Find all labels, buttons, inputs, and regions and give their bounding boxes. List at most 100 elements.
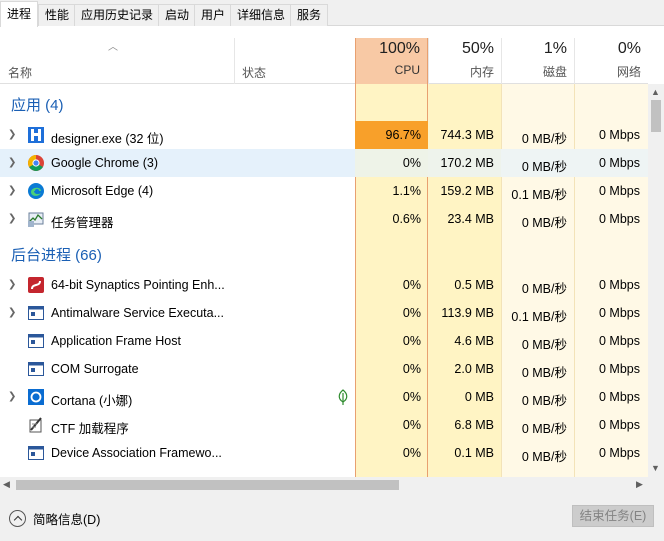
disk-value: 0 MB/秒 <box>521 160 567 174</box>
tab-app-history[interactable]: 应用历史记录 <box>74 4 161 26</box>
header-cpu[interactable]: 100% CPU <box>355 38 428 84</box>
table-row[interactable]: ❯ 64-bit Synaptics Pointing Enh... 0% 0.… <box>0 271 648 299</box>
cpu-value: 0% <box>402 418 421 432</box>
chevron-right-icon[interactable]: ❯ <box>8 185 16 196</box>
table-row[interactable]: ❯ Antimalware Service Executa... 0% 113.… <box>0 299 648 327</box>
group-header-apps[interactable]: 应用 (4) <box>0 91 648 119</box>
cortana-icon <box>28 389 44 405</box>
cpu-value: 0% <box>402 278 421 292</box>
memory-value: 170.2 MB <box>440 156 494 170</box>
chevron-up-circle-icon <box>9 509 26 527</box>
chevron-right-icon[interactable]: ❯ <box>8 391 16 402</box>
header-status[interactable]: 状态 <box>234 38 356 84</box>
vertical-scroll-thumb[interactable] <box>651 100 661 132</box>
network-value: 0 Mbps <box>599 156 640 170</box>
cpu-value: 0% <box>402 306 421 320</box>
network-value: 0 Mbps <box>599 334 640 348</box>
table-row[interactable]: ❯ Microsoft Edge (4) 1.1% 159.2 MB 0.1 M… <box>0 177 648 205</box>
sort-up-icon: ︿ <box>108 42 118 53</box>
process-name: Microsoft Edge (4) <box>51 184 154 198</box>
tab-startup[interactable]: 启动 <box>158 4 197 26</box>
tab-processes[interactable]: 进程 <box>0 1 39 27</box>
efficiency-leaf-icon <box>338 389 348 405</box>
cpu-value: 0% <box>402 362 421 376</box>
scroll-up-icon[interactable]: ▲ <box>651 87 660 97</box>
cpu-value: 0% <box>402 390 421 404</box>
edge-icon <box>28 183 44 199</box>
tab-services[interactable]: 服务 <box>290 4 329 26</box>
process-name: Application Frame Host <box>51 334 181 348</box>
group-header-background[interactable]: 后台进程 (66) <box>0 241 648 269</box>
cpu-percent: 100% <box>379 40 420 57</box>
table-row[interactable]: ❯ 任务管理器 0.6% 23.4 MB 0 MB/秒 0 Mbps <box>0 205 648 233</box>
memory-value: 0.5 MB <box>454 278 494 292</box>
header-status-label: 状态 <box>242 66 267 80</box>
network-label: 网络 <box>616 65 641 79</box>
memory-percent: 50% <box>461 40 494 57</box>
header-name[interactable]: 名称 <box>8 64 32 81</box>
network-value: 0 Mbps <box>599 212 640 226</box>
group-title: 后台进程 (66) <box>11 247 102 264</box>
process-name: COM Surrogate <box>51 362 139 376</box>
disk-value: 0 MB/秒 <box>521 366 567 380</box>
memory-value: 6.8 MB <box>454 418 494 432</box>
disk-percent: 1% <box>543 40 567 57</box>
fewer-details-button[interactable]: 简略信息(D) <box>9 508 100 528</box>
table-row[interactable]: COM Surrogate 0% 2.0 MB 0 MB/秒 0 Mbps <box>0 355 648 383</box>
table-row[interactable]: ❯ Google Chrome (3) 0% 170.2 MB 0 MB/秒 0… <box>0 149 648 177</box>
chevron-right-icon[interactable]: ❯ <box>8 307 16 318</box>
chevron-right-icon[interactable]: ❯ <box>8 279 16 290</box>
table-row[interactable]: ❯ designer.exe (32 位) 96.7% 744.3 MB 0 M… <box>0 121 648 149</box>
task-manager-icon <box>28 212 44 227</box>
table-row[interactable]: ❯ Cortana (小娜) 0% 0 MB 0 MB/秒 0 Mbps <box>0 383 648 411</box>
horizontal-scroll-thumb[interactable] <box>16 480 399 490</box>
network-value: 0 Mbps <box>599 418 640 432</box>
network-value: 0 Mbps <box>599 446 640 460</box>
vertical-scrollbar[interactable]: ▲ ▼ <box>648 84 664 477</box>
chevron-right-icon[interactable]: ❯ <box>8 157 16 168</box>
scroll-right-icon[interactable]: ▶ <box>636 479 643 490</box>
header-memory[interactable]: 50% 内存 <box>428 38 501 84</box>
memory-value: 744.3 MB <box>440 128 494 142</box>
memory-value: 0.1 MB <box>454 446 494 460</box>
header-network[interactable]: 0% 网络 <box>574 38 648 84</box>
table-row[interactable]: Device Association Framewo... 0% 0.1 MB … <box>0 439 648 467</box>
chevron-right-icon[interactable]: ❯ <box>8 129 16 140</box>
memory-value: 159.2 MB <box>440 184 494 198</box>
process-name: 64-bit Synaptics Pointing Enh... <box>51 278 225 292</box>
disk-value: 0 MB/秒 <box>521 282 567 296</box>
app-window-icon <box>28 334 44 348</box>
disk-value: 0 MB/秒 <box>521 450 567 464</box>
tab-performance[interactable]: 性能 <box>38 4 77 26</box>
process-name: Google Chrome (3) <box>51 156 158 170</box>
memory-value: 2.0 MB <box>454 362 494 376</box>
end-task-button[interactable]: 结束任务(E) <box>572 505 654 527</box>
network-value: 0 Mbps <box>599 278 640 292</box>
network-value: 0 Mbps <box>599 184 640 198</box>
table-row[interactable]: CTF 加载程序 0% 6.8 MB 0 MB/秒 0 Mbps <box>0 411 648 439</box>
scroll-down-icon[interactable]: ▼ <box>651 463 660 473</box>
cpu-value: 1.1% <box>392 184 422 198</box>
tab-users[interactable]: 用户 <box>194 4 233 26</box>
horizontal-scrollbar[interactable]: ◀ ▶ <box>0 477 648 493</box>
chrome-icon <box>28 155 44 171</box>
disk-value: 0.1 MB/秒 <box>511 310 567 324</box>
ctf-loader-icon <box>29 417 42 433</box>
header-disk[interactable]: 1% 磁盘 <box>501 38 574 84</box>
cpu-value: 0% <box>402 334 421 348</box>
tab-details[interactable]: 详细信息 <box>230 4 293 26</box>
process-name: 任务管理器 <box>51 216 114 230</box>
disk-value: 0 MB/秒 <box>521 394 567 408</box>
tab-bar: 进程 性能 应用历史记录 启动 用户 详细信息 服务 <box>0 0 664 27</box>
rows-area: 应用 (4) ❯ designer.exe (32 位) 96.7% 744.3… <box>0 84 648 477</box>
process-name: Antimalware Service Executa... <box>51 306 224 320</box>
scroll-left-icon[interactable]: ◀ <box>3 479 10 490</box>
app-window-icon <box>28 446 44 460</box>
process-name: CTF 加载程序 <box>51 422 129 436</box>
synaptics-icon <box>28 277 44 293</box>
network-value: 0 Mbps <box>599 390 640 404</box>
table-row[interactable]: Application Frame Host 0% 4.6 MB 0 MB/秒 … <box>0 327 648 355</box>
chevron-right-icon[interactable]: ❯ <box>8 213 16 224</box>
memory-value: 113.9 MB <box>441 306 494 320</box>
scrollbar-corner <box>648 477 664 493</box>
